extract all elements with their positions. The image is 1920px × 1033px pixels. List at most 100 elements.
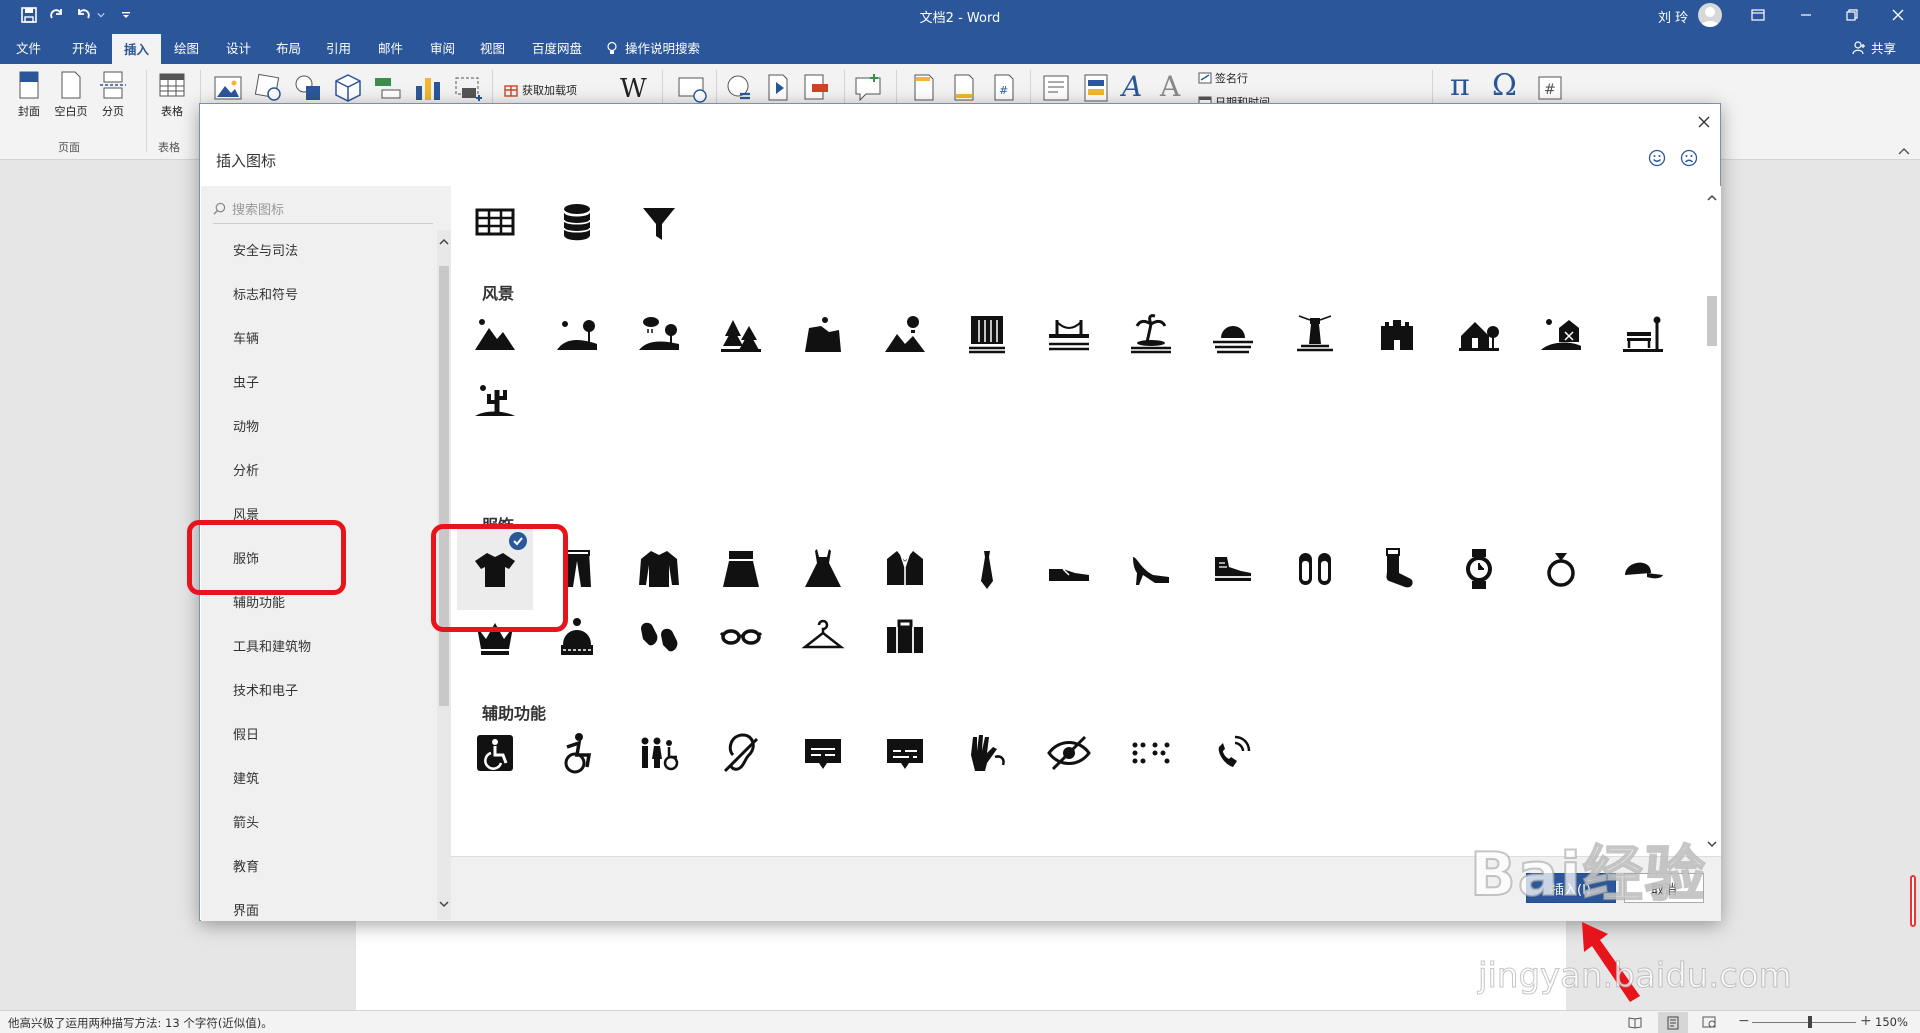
equation-icon[interactable]: π: [1450, 68, 1470, 103]
waterfall-icon[interactable]: [965, 312, 1009, 356]
smartart-icon[interactable]: [372, 72, 404, 104]
volume-control-phone-icon[interactable]: [1211, 731, 1255, 775]
redo-icon[interactable]: [46, 4, 68, 26]
farmhouse-icon[interactable]: [1457, 312, 1501, 356]
subtitles-icon[interactable]: [883, 731, 927, 775]
zoom-level[interactable]: 150%: [1875, 1015, 1908, 1029]
hot-air-balloon-icon[interactable]: [883, 312, 927, 356]
document-scrollbar[interactable]: [1910, 875, 1916, 927]
category-item[interactable]: 假日: [201, 714, 437, 758]
category-item[interactable]: 技术和电子: [201, 670, 437, 714]
screenshot-icon[interactable]: [452, 72, 484, 104]
rain-landscape-icon[interactable]: [637, 312, 681, 356]
tab-layout[interactable]: 布局: [276, 38, 301, 57]
category-item[interactable]: 分析: [201, 450, 437, 494]
bridge-icon[interactable]: [1047, 312, 1091, 356]
high-heel-icon[interactable]: [1129, 547, 1173, 591]
category-item[interactable]: 安全与司法: [201, 230, 437, 274]
category-item[interactable]: 箭头: [201, 802, 437, 846]
tab-insert[interactable]: 插入: [112, 34, 162, 64]
undo-dropdown-icon[interactable]: [94, 4, 108, 26]
glasses-icon[interactable]: [719, 615, 763, 659]
text-box-icon[interactable]: [1040, 72, 1072, 104]
dialog-close-button[interactable]: [1692, 110, 1716, 134]
icon-gallery-scrollbar[interactable]: [1703, 186, 1721, 856]
link-icon[interactable]: [724, 72, 756, 104]
skirt-icon[interactable]: [719, 547, 763, 591]
online-video-icon[interactable]: [676, 72, 708, 104]
restore-icon[interactable]: [1832, 0, 1872, 30]
icon-search-input[interactable]: 搜索图标: [213, 194, 433, 224]
read-mode-icon[interactable]: [1628, 1015, 1642, 1029]
active-wheelchair-icon[interactable]: [555, 731, 599, 775]
pictures-icon[interactable]: [212, 72, 244, 104]
category-item[interactable]: 界面: [201, 890, 437, 920]
tab-mailings[interactable]: 邮件: [378, 38, 403, 57]
cover-page-button[interactable]: 封面: [9, 70, 49, 119]
drop-cap-icon[interactable]: A: [1160, 70, 1180, 103]
hearing-impaired-icon[interactable]: [719, 731, 763, 775]
cross-reference-icon[interactable]: [800, 72, 832, 104]
smile-icon[interactable]: [1648, 149, 1666, 167]
3d-models-icon[interactable]: [332, 72, 364, 104]
customize-toolbar-icon[interactable]: [118, 4, 134, 26]
lighthouse-icon[interactable]: [1293, 312, 1337, 356]
get-addins-button[interactable]: 获取加载项: [504, 82, 577, 98]
bookmark-icon[interactable]: [762, 72, 794, 104]
print-layout-button[interactable]: [1658, 1012, 1688, 1033]
shapes-icon[interactable]: [292, 72, 324, 104]
close-window-icon[interactable]: [1878, 0, 1918, 30]
minimize-icon[interactable]: [1786, 0, 1826, 30]
comment-icon[interactable]: [852, 72, 884, 104]
tab-baidu-netdisk[interactable]: 百度网盘: [532, 38, 582, 57]
scroll-down-icon[interactable]: [438, 898, 450, 910]
sock-icon[interactable]: [1375, 547, 1419, 591]
shoe-icon[interactable]: [1047, 547, 1091, 591]
desert-cactus-icon[interactable]: [473, 378, 517, 422]
castle-icon[interactable]: [1375, 312, 1419, 356]
tab-design[interactable]: 设计: [226, 38, 251, 57]
braille-icon[interactable]: [1129, 731, 1173, 775]
collapse-ribbon-icon[interactable]: [1898, 146, 1910, 156]
save-icon[interactable]: [18, 4, 40, 26]
cap-icon[interactable]: [1621, 547, 1665, 591]
barn-icon[interactable]: [1539, 312, 1583, 356]
wheelchair-sign-icon[interactable]: [473, 731, 517, 775]
number-icon[interactable]: #: [1534, 72, 1566, 104]
user-name[interactable]: 刘 玲: [1658, 7, 1688, 26]
island-palm-icon[interactable]: [1129, 312, 1173, 356]
sneaker-icon[interactable]: [1211, 547, 1255, 591]
tab-file[interactable]: 文件: [16, 38, 41, 57]
sweater-icon[interactable]: [637, 547, 681, 591]
sign-language-icon[interactable]: [965, 731, 1009, 775]
filter-icon[interactable]: [637, 200, 681, 244]
tab-draw[interactable]: 绘图: [174, 38, 199, 57]
database-icon[interactable]: [555, 200, 599, 244]
page-break-button[interactable]: 分页: [93, 70, 133, 119]
watch-icon[interactable]: [1457, 547, 1501, 591]
ring-icon[interactable]: [1539, 547, 1583, 591]
tab-home[interactable]: 开始: [72, 38, 97, 57]
briefcase-icon[interactable]: [883, 615, 927, 659]
low-vision-icon[interactable]: [1047, 731, 1091, 775]
tie-icon[interactable]: [965, 547, 1009, 591]
category-item[interactable]: 车辆: [201, 318, 437, 362]
cliff-icon[interactable]: [801, 312, 845, 356]
gallery-scroll-up-icon[interactable]: [1706, 192, 1718, 204]
quick-parts-icon[interactable]: [1080, 72, 1112, 104]
sunset-icon[interactable]: [1211, 312, 1255, 356]
slippers-icon[interactable]: [1293, 547, 1337, 591]
category-item[interactable]: 工具和建筑物: [201, 626, 437, 670]
gallery-scroll-thumb[interactable]: [1707, 296, 1717, 346]
tab-review[interactable]: 审阅: [430, 38, 455, 57]
tab-view[interactable]: 视图: [480, 38, 505, 57]
footer-icon[interactable]: [948, 72, 980, 104]
family-accessible-icon[interactable]: [637, 731, 681, 775]
avatar[interactable]: [1698, 3, 1722, 27]
hanger-icon[interactable]: [801, 615, 845, 659]
park-bench-icon[interactable]: [1621, 312, 1665, 356]
zoom-out-icon[interactable]: −: [1738, 1013, 1750, 1029]
hills-tree-icon[interactable]: [555, 312, 599, 356]
symbol-icon[interactable]: Ω: [1492, 68, 1517, 103]
gallery-scroll-down-icon[interactable]: [1706, 838, 1718, 850]
